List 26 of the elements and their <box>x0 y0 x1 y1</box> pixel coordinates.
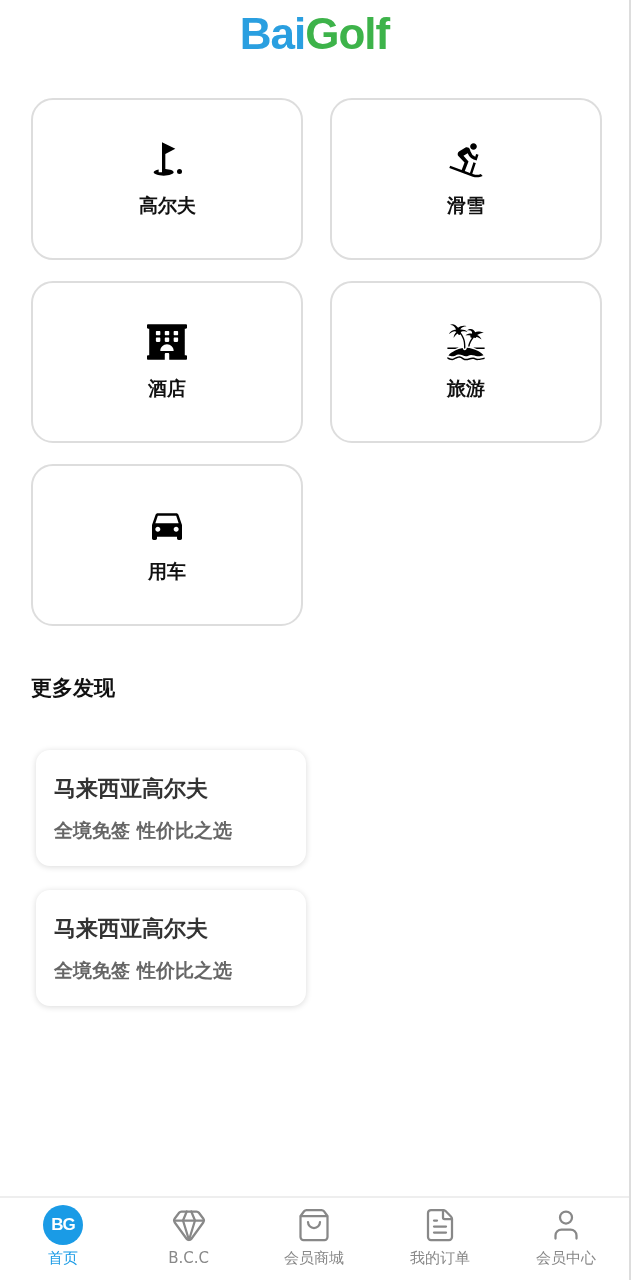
category-card[interactable]: 高尔夫 <box>31 98 303 260</box>
promo-title: 马来西亚高尔夫 <box>54 775 209 803</box>
promo-card[interactable]: 马来西亚高尔夫 全境免签 性价比之选 <box>36 750 306 866</box>
category-card[interactable]: 用车 <box>31 464 303 626</box>
tab-bar-item[interactable]: B.C.C <box>125 1198 252 1280</box>
category-label: 酒店 <box>148 376 186 401</box>
category-label: 旅游 <box>447 376 485 401</box>
palm-island-icon <box>446 322 486 362</box>
section-title: 更多发现 <box>30 675 116 702</box>
logo-word: Golf <box>305 9 390 59</box>
category-label: 高尔夫 <box>138 193 196 218</box>
tab-bar-item[interactable]: 会员商城 <box>251 1198 378 1280</box>
promo-card[interactable]: 马来西亚高尔夫 全境免签 性价比之选 <box>36 890 306 1006</box>
category-card[interactable]: 酒店 <box>31 281 303 443</box>
home-badge-icon: BG <box>42 1205 83 1245</box>
logo-word: Bai <box>239 9 306 59</box>
category-card[interactable]: 滑雪 <box>330 98 602 260</box>
promo-subtitle: 全境免签 性价比之选 <box>54 818 233 843</box>
category-label: 滑雪 <box>447 193 485 218</box>
category-card[interactable]: 旅游 <box>330 281 602 443</box>
hotel-building-icon <box>147 322 187 362</box>
tab-bar-item[interactable]: 我的订单 <box>377 1198 504 1280</box>
category-label: 用车 <box>148 559 186 584</box>
promo-title: 马来西亚高尔夫 <box>54 915 209 943</box>
promo-subtitle: 全境免签 性价比之选 <box>54 958 233 983</box>
tab-bar-item[interactable]: 会员中心 <box>503 1198 629 1280</box>
